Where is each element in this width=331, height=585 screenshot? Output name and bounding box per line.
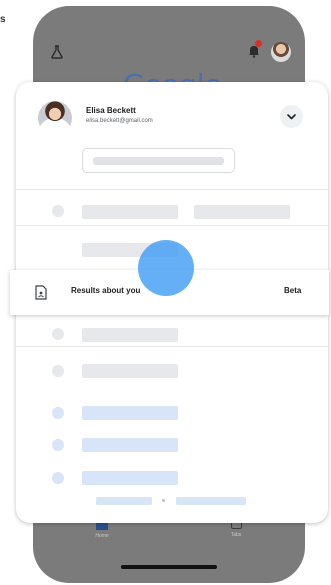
list-item-icon-placeholder (52, 439, 64, 451)
nav-home[interactable]: Home (87, 521, 117, 539)
flask-icon[interactable] (49, 44, 65, 60)
manage-account-button[interactable] (82, 148, 235, 173)
nav-home-label: Home (95, 533, 109, 539)
manage-account-placeholder (93, 157, 224, 165)
list-item[interactable] (16, 197, 328, 227)
expand-accounts-button[interactable] (280, 105, 303, 128)
document-person-icon (35, 285, 47, 300)
results-about-you-label: Results about you (71, 286, 141, 295)
screen: s Google Home Tabs (0, 0, 331, 585)
corner-fragment-text: s (0, 14, 6, 25)
account-name: Elisa Beckett (86, 106, 136, 115)
list-item-text-placeholder (194, 205, 290, 219)
beta-badge: Beta (284, 286, 302, 295)
list-item-text-placeholder (82, 205, 178, 219)
list-item-text-placeholder (82, 364, 178, 378)
list-item[interactable] (16, 356, 328, 386)
account-email: elisa.beckett@gmail.com (86, 118, 153, 124)
divider (16, 189, 328, 190)
list-item[interactable] (16, 398, 328, 428)
nav-tabs-label: Tabs (230, 532, 242, 538)
profile-avatar-small[interactable] (271, 42, 291, 62)
list-item[interactable] (16, 430, 328, 460)
tap-indicator (138, 240, 194, 296)
account-header: Elisa Beckett elisa.beckett@gmail.com (16, 82, 328, 182)
bottom-navigation: Home Tabs (33, 513, 305, 583)
list-item[interactable] (16, 463, 328, 493)
divider (16, 225, 328, 226)
chevron-down-icon (287, 114, 296, 120)
avatar[interactable] (38, 101, 72, 135)
divider (16, 346, 328, 347)
home-indicator[interactable] (121, 565, 217, 569)
footer-link-placeholder[interactable] (176, 497, 246, 505)
list-item[interactable] (16, 314, 328, 344)
list-item-icon-placeholder (52, 328, 64, 340)
list-item-text-placeholder (82, 328, 178, 342)
footer-separator (162, 499, 165, 502)
list-item-icon-placeholder (52, 472, 64, 484)
footer-link-placeholder[interactable] (96, 497, 152, 505)
list-item-icon-placeholder (52, 205, 64, 217)
notification-dot (255, 40, 262, 47)
list-item-text-placeholder (82, 471, 178, 485)
list-item-text-placeholder (82, 438, 178, 452)
list-item-icon-placeholder (52, 407, 64, 419)
app-top-bar: Google (33, 6, 305, 101)
list-item-icon-placeholder (52, 365, 64, 377)
list-item-text-placeholder (82, 406, 178, 420)
